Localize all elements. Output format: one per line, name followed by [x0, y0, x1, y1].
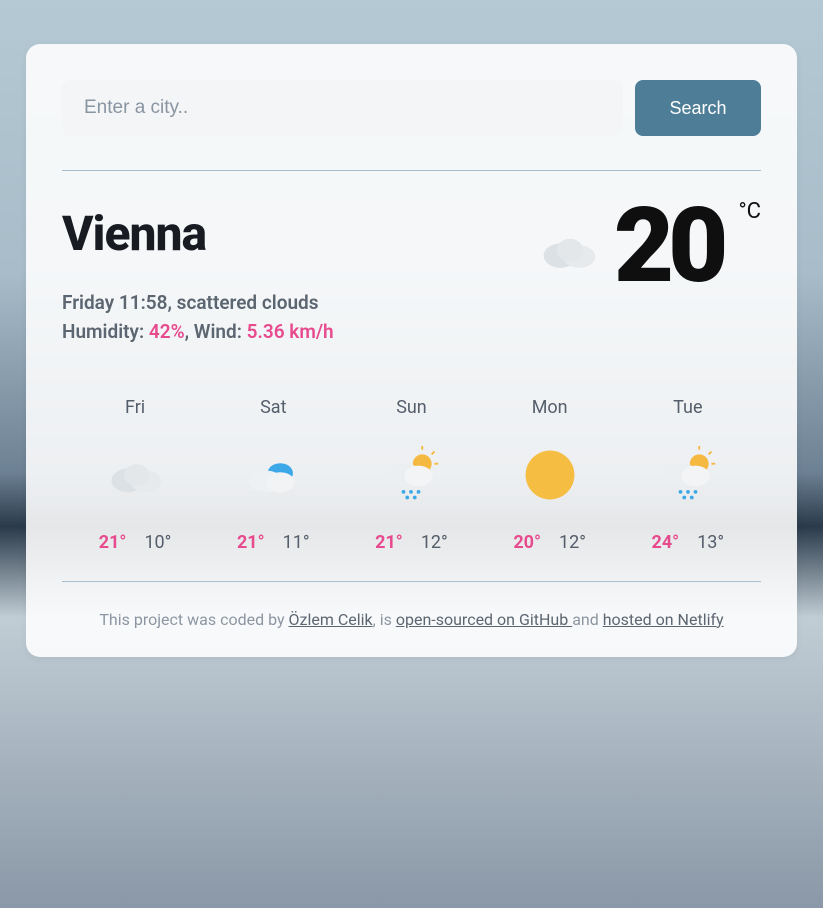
city-input[interactable] — [62, 80, 623, 136]
sun-cloud-rain-icon — [658, 436, 718, 514]
forecast-day: Tue 24° 13° — [628, 397, 748, 553]
conditions-line: Humidity: 42%, Wind: 5.36 km/h — [62, 317, 334, 346]
search-row: Search — [62, 80, 761, 136]
footer-pre: This project was coded by — [99, 610, 288, 629]
current-weather: Vienna Friday 11:58, scattered clouds Hu… — [62, 205, 761, 347]
netlify-link[interactable]: hosted on Netlify — [603, 610, 724, 629]
github-link[interactable]: open-sourced on GitHub — [396, 610, 572, 629]
city-name: Vienna — [62, 205, 334, 262]
humidity-label: Humidity: — [62, 320, 149, 343]
day-label: Sun — [396, 397, 427, 418]
current-weather-icon — [538, 231, 598, 273]
day-label: Fri — [125, 397, 145, 418]
footer: This project was coded by Özlem Celik, i… — [62, 610, 761, 629]
wind-label: , Wind: — [185, 320, 247, 343]
weather-card: Search Vienna Friday 11:58, scattered cl… — [26, 44, 797, 657]
cloud-icon — [106, 436, 164, 514]
dateline: Friday 11:58, scattered clouds — [62, 288, 334, 317]
forecast-row: Fri 21° 10° Sat — [62, 397, 761, 582]
humidity-value: 42% — [149, 320, 185, 343]
divider-top — [62, 170, 761, 171]
author-link[interactable]: Özlem Celik — [289, 610, 373, 629]
current-temp: 20 — [614, 195, 723, 299]
temp-high: 21° — [99, 532, 127, 553]
temp-low: 10° — [144, 532, 171, 553]
temp-low: 12° — [421, 532, 448, 553]
temp-unit: °C — [738, 199, 761, 224]
footer-mid1: , is — [373, 610, 396, 629]
wind-value: 5.36 km/h — [247, 320, 334, 343]
forecast-day: Fri 21° 10° — [75, 397, 195, 553]
forecast-day: Sun 21° 12° — [351, 397, 471, 553]
temp-low: 11° — [283, 532, 310, 553]
temp-high: 21° — [375, 532, 403, 553]
footer-mid2: and — [572, 610, 603, 629]
temp-low: 12° — [559, 532, 586, 553]
search-button[interactable]: Search — [635, 80, 761, 136]
sun-cloud-rain-icon — [381, 436, 441, 514]
sun-icon — [520, 436, 580, 514]
temp-high: 20° — [513, 532, 541, 553]
temp-low: 13° — [697, 532, 724, 553]
temp-high: 24° — [652, 532, 680, 553]
day-label: Mon — [532, 397, 568, 418]
forecast-day: Sat 21° 11° — [213, 397, 333, 553]
forecast-day: Mon 20° 12° — [490, 397, 610, 553]
cloud-blue-icon — [244, 436, 302, 514]
day-label: Sat — [260, 397, 286, 418]
current-meta: Friday 11:58, scattered clouds Humidity:… — [62, 288, 334, 347]
day-label: Tue — [673, 397, 702, 418]
temp-high: 21° — [237, 532, 265, 553]
